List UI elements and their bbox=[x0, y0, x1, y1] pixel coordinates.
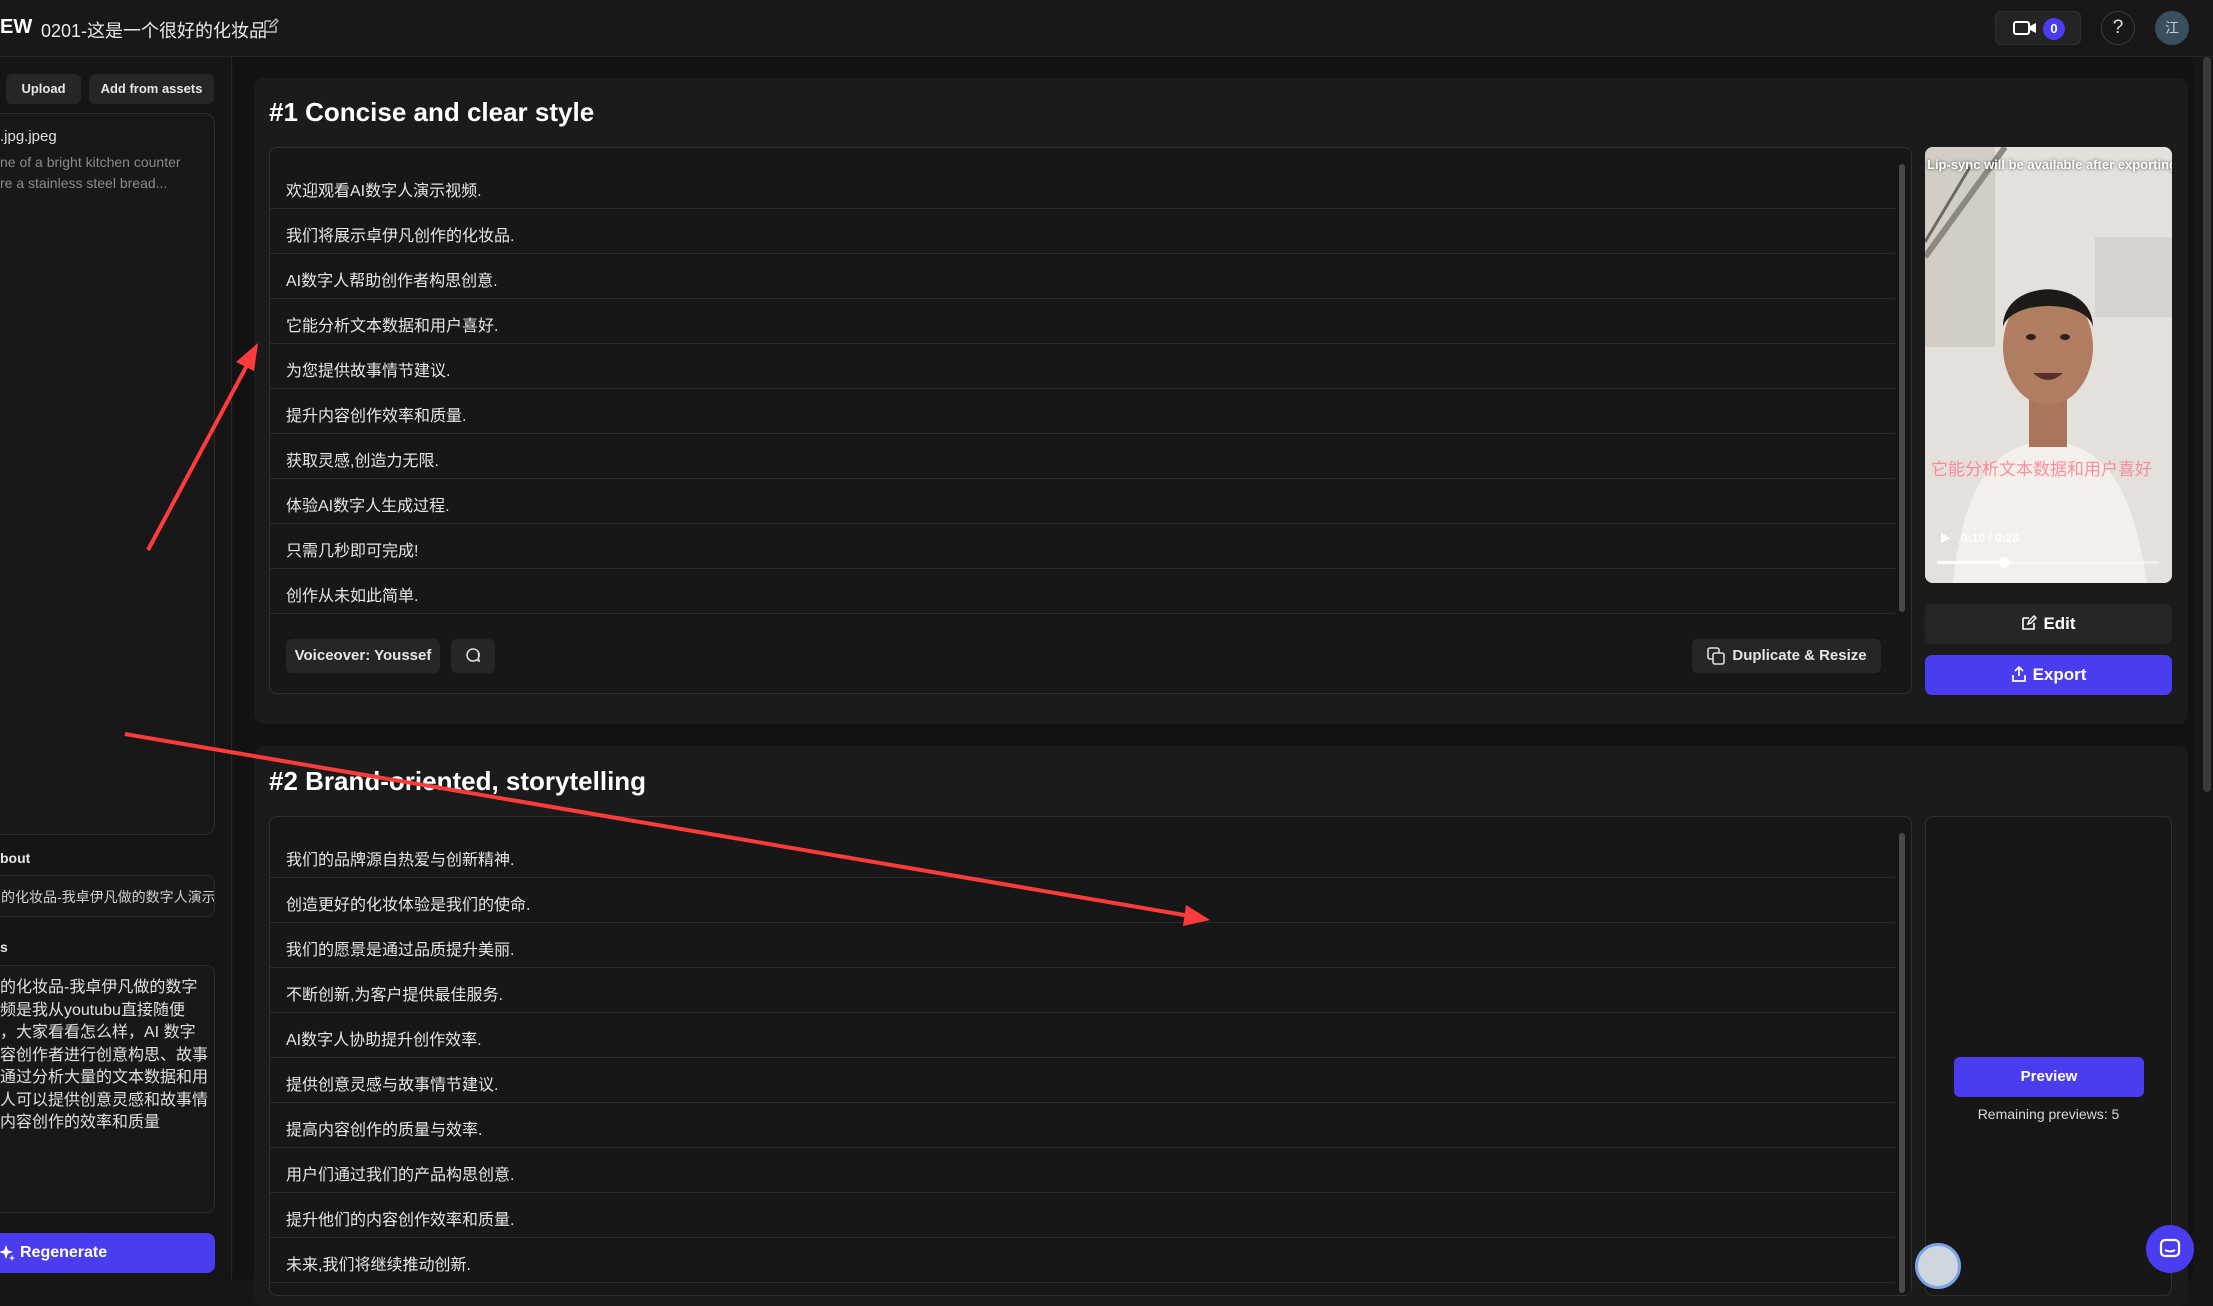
edit-title-icon[interactable] bbox=[260, 15, 282, 37]
script-line[interactable]: 提升内容创作效率和质量. bbox=[270, 389, 1895, 434]
asset-list bbox=[0, 113, 215, 835]
speech-icon bbox=[466, 648, 481, 663]
script-line[interactable]: 体验AI数字人生成过程. bbox=[270, 479, 1895, 524]
add-from-assets-button[interactable]: Add from assets bbox=[89, 74, 214, 104]
video-progress-fill bbox=[1937, 561, 2004, 564]
help-button[interactable]: ? bbox=[2101, 11, 2135, 45]
voiceover-select[interactable]: Voiceover: Youssef bbox=[286, 639, 440, 673]
script-line[interactable]: 提供创意灵感与故事情节建议. bbox=[270, 1058, 1895, 1103]
sparkle-icon bbox=[0, 1245, 15, 1261]
video-progress-knob[interactable] bbox=[1998, 557, 2010, 568]
about-label: bout bbox=[0, 850, 31, 866]
script-line[interactable]: 创造更好的化妆体验是我们的使命. bbox=[270, 878, 1895, 923]
regenerate-label: Regenerate bbox=[20, 1244, 108, 1261]
page-scrollbar[interactable] bbox=[2203, 57, 2211, 792]
duplicate-icon bbox=[1707, 647, 1725, 665]
preview-button[interactable]: Preview bbox=[1954, 1057, 2144, 1097]
about-input[interactable]: 的化妆品-我卓伊凡做的数字人演示 bbox=[0, 875, 215, 917]
script-1-lines-panel: 欢迎观看AI数字人演示视频. 我们将展示卓伊凡创作的化妆品. AI数字人帮助创作… bbox=[269, 147, 1912, 694]
lines-scrollbar[interactable] bbox=[1899, 833, 1905, 1293]
edit-icon bbox=[2022, 614, 2038, 630]
script-label: s bbox=[0, 939, 8, 955]
video-progress-track[interactable] bbox=[1937, 557, 2159, 568]
user-avatar[interactable]: 江 bbox=[2155, 11, 2189, 45]
script-2-title: #2 Brand-oriented, storytelling bbox=[269, 766, 647, 796]
script-line[interactable]: 欢迎观看AI数字人演示视频. bbox=[270, 164, 1895, 209]
duplicate-resize-button[interactable]: Duplicate & Resize bbox=[1692, 639, 1881, 673]
remaining-previews: Remaining previews: 5 bbox=[1977, 1106, 2120, 1122]
chat-button[interactable] bbox=[2146, 1225, 2194, 1273]
video-timestamp: 0:10 / 0:28 bbox=[1961, 531, 2020, 545]
chat-icon bbox=[2159, 1238, 2181, 1258]
video-caption: 它能分析文本数据和用户喜好 bbox=[1931, 460, 2152, 479]
script-line[interactable]: 为您提供故事情节建议. bbox=[270, 344, 1895, 389]
play-icon[interactable] bbox=[1939, 532, 1951, 544]
script-line[interactable]: 它能分析文本数据和用户喜好. bbox=[270, 299, 1895, 344]
lip-sync-notice: Lip-sync will be available after exporti… bbox=[1927, 157, 2172, 172]
edit-button[interactable]: Edit bbox=[1925, 604, 2172, 644]
script-line[interactable]: 提升他们的内容创作效率和质量. bbox=[270, 1193, 1895, 1238]
voice-preview-button[interactable] bbox=[451, 639, 495, 673]
script-line[interactable]: 我们将展示卓伊凡创作的化妆品. bbox=[270, 209, 1895, 254]
script-line[interactable]: AI数字人帮助创作者构思创意. bbox=[270, 254, 1895, 299]
recordings-button[interactable]: 0 bbox=[1995, 11, 2081, 45]
preview-panel bbox=[1925, 816, 2172, 1296]
script-line[interactable]: 未来,我们将继续推动创新. bbox=[270, 1238, 1895, 1283]
brand-logo-text: EW bbox=[0, 16, 33, 38]
script-line[interactable]: 我们的品牌源自热爱与创新精神. bbox=[270, 833, 1895, 878]
script-line[interactable]: AI数字人协助提升创作效率. bbox=[270, 1013, 1895, 1058]
script-text[interactable]: 的化妆品-我卓伊凡做的数字 频是我从youtubu直接随便 ，大家看看怎么样，AI … bbox=[0, 977, 212, 1135]
regenerate-button[interactable]: Regenerate bbox=[0, 1233, 215, 1273]
asset-description: ne of a bright kitchen counter re a stai… bbox=[0, 154, 181, 191]
export-icon bbox=[2011, 665, 2026, 682]
video-preview[interactable]: Lip-sync will be available after exporti… bbox=[1925, 147, 2172, 583]
script-line[interactable]: 创作从未如此简单. bbox=[270, 569, 1895, 614]
presenter-video-frame bbox=[1925, 147, 2172, 583]
script-1-title: #1 Concise and clear style bbox=[269, 97, 595, 127]
upload-button[interactable]: Upload bbox=[6, 74, 81, 104]
asset-file-name[interactable]: .jpg.jpeg bbox=[0, 128, 57, 145]
script-line[interactable]: 不断创新,为客户提供最佳服务. bbox=[270, 968, 1895, 1013]
script-line[interactable]: 提高内容创作的质量与效率. bbox=[270, 1103, 1895, 1148]
project-title[interactable]: 0201-这是一个很好的化妆品 bbox=[41, 17, 267, 43]
lines-scrollbar[interactable] bbox=[1899, 164, 1905, 612]
script-line[interactable]: 只需几秒即可完成! bbox=[270, 524, 1895, 569]
assistant-avatar[interactable] bbox=[1915, 1243, 1961, 1289]
video-camera-icon bbox=[2013, 21, 2036, 35]
script-2-lines-panel: 我们的品牌源自热爱与创新精神. 创造更好的化妆体验是我们的使命. 我们的愿景是通… bbox=[269, 816, 1912, 1296]
script-line[interactable]: 我们的愿景是通过品质提升美丽. bbox=[270, 923, 1895, 968]
script-line[interactable]: 用户们通过我们的产品构思创意. bbox=[270, 1148, 1895, 1193]
script-line[interactable]: 获取灵感,创造力无限. bbox=[270, 434, 1895, 479]
recordings-count-badge: 0 bbox=[2043, 18, 2065, 40]
export-button[interactable]: Export bbox=[1925, 655, 2172, 695]
top-bar: EW 0201-这是一个很好的化妆品 0 ? 江 bbox=[0, 0, 2213, 57]
